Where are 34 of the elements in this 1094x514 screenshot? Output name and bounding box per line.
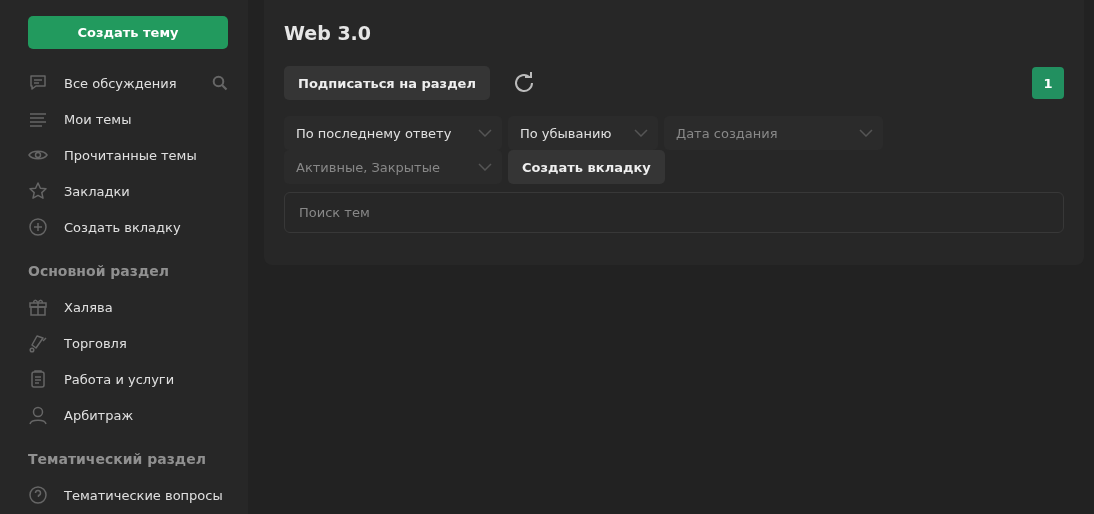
search-icon[interactable]	[212, 75, 228, 91]
filter-dropdown[interactable]: Дата создания	[664, 116, 883, 150]
sidebar-item[interactable]: Халява	[28, 289, 228, 325]
sidebar-item[interactable]: Все обсуждения	[28, 65, 228, 101]
section-title: Web 3.0	[284, 21, 373, 46]
chevron-down-icon	[634, 129, 648, 137]
question-circle-icon	[28, 485, 48, 505]
section-heading: Основной раздел	[28, 262, 170, 281]
subscribe-button[interactable]: Подписаться на раздел	[284, 66, 490, 100]
sidebar-item[interactable]: Тематические вопросы	[28, 477, 228, 513]
sidebar-item[interactable]: Мои темы	[28, 101, 228, 137]
page-button[interactable]: 1	[1032, 67, 1064, 99]
star-icon	[28, 181, 48, 201]
sidebar-item[interactable]: Создать вкладку	[28, 209, 228, 245]
sidebar-item[interactable]: Торговля	[28, 325, 228, 361]
sidebar-item[interactable]: Арбитраж	[28, 397, 228, 433]
gift-icon	[28, 297, 48, 317]
filter-dropdown[interactable]: Активные, Закрытые	[284, 150, 502, 184]
filter-dropdown[interactable]: По убыванию	[508, 116, 658, 150]
sidebar-item[interactable]: Закладки	[28, 173, 228, 209]
search-field[interactable]: Поиск тем	[284, 192, 1064, 233]
create-topic-button[interactable]: Создать тему	[28, 16, 228, 49]
sidebar-item[interactable]: Прочитанные темы	[28, 137, 228, 173]
chevron-down-icon	[478, 129, 492, 137]
create-tab-button[interactable]: Создать вкладку	[508, 150, 665, 184]
chevron-down-icon	[478, 163, 492, 171]
filter-dropdown[interactable]: По последнему ответу	[284, 116, 502, 150]
section-heading: Тематический раздел	[28, 450, 207, 469]
chevron-down-icon	[859, 129, 873, 137]
clipboard-icon	[28, 369, 48, 389]
user-icon	[28, 405, 48, 425]
sidebar-item[interactable]: Работа и услуги	[28, 361, 228, 397]
plus-circle-icon	[28, 217, 48, 237]
speech-bubble-icon	[28, 73, 48, 93]
